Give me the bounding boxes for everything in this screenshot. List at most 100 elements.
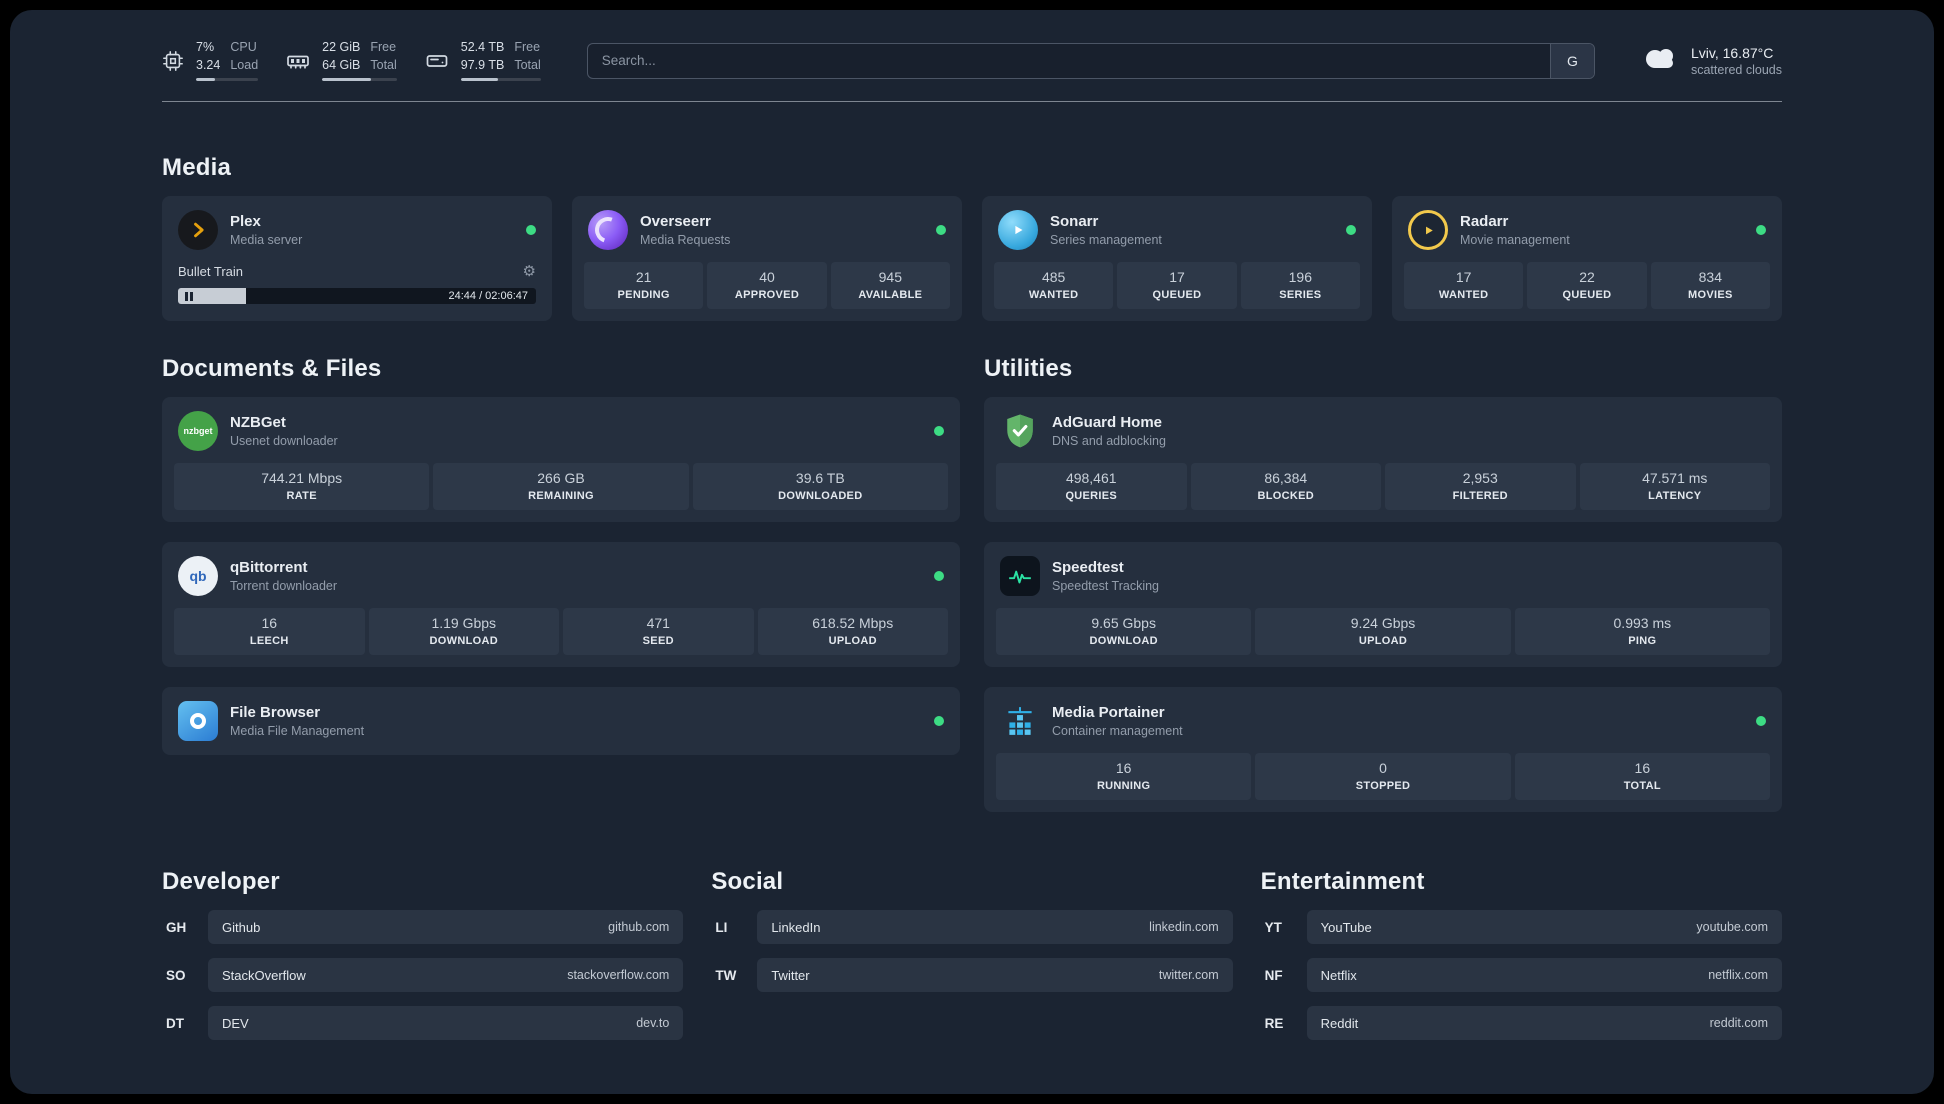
bookmark-domain: linkedin.com [1149,920,1219,935]
stat-label: QUEUED [1152,289,1202,302]
service-name: Sonarr [1050,213,1099,231]
status-dot [934,716,944,727]
section-title-media: Media [162,154,232,182]
bookmark-domain: dev.to [636,1016,670,1031]
service-card-qbittorrent[interactable]: qb qBittorrent Torrent downloader 16 LEE… [162,542,960,668]
now-playing-title: Bullet Train [178,263,244,279]
bookmark-domain: youtube.com [1696,920,1768,935]
service-name: Radarr [1460,213,1509,231]
service-subtitle: Series management [1050,233,1162,248]
stat-label: WANTED [1438,289,1489,302]
service-card-radarr[interactable]: Radarr Movie management 17 WANTED 22 QUE… [1392,196,1782,322]
bookmark-domain: netflix.com [1708,968,1768,983]
stat-total: 16 TOTAL [1514,753,1770,801]
bookmark-stackoverflow[interactable]: SO StackOverflow stackoverflow.com [162,958,684,993]
stat-value: 17 [1169,269,1185,286]
bookmark-domain: stackoverflow.com [567,968,670,983]
stat-label: LATENCY [1648,490,1702,503]
service-card-filebrowser[interactable]: File Browser Media File Management [162,687,960,756]
bookmark-linkedin[interactable]: LI LinkedIn linkedin.com [711,910,1233,945]
stat-label: WANTED [1028,289,1079,302]
service-card-speedtest[interactable]: Speedtest Speedtest Tracking 9.65 Gbps D… [984,542,1782,668]
stat-label: MOVIES [1688,289,1733,302]
bookmark-abbr: DT [166,1015,184,1031]
cpu-percent: 7% [196,40,215,54]
bookmark-netflix[interactable]: NF Netflix netflix.com [1261,958,1782,993]
adguard-icon [1000,411,1040,451]
portainer-icon [1000,701,1040,741]
cpu-label-1: CPU [230,40,257,54]
stat-value: 744.21 Mbps [261,470,343,487]
bookmark-reddit[interactable]: RE Reddit reddit.com [1261,1006,1782,1041]
stat-running: 16 RUNNING [996,753,1252,801]
bookmark-domain: github.com [608,920,670,935]
service-card-plex[interactable]: Plex Media server Bullet Train ⚙ 24:44 /… [162,196,552,322]
cpu-label-2: Load [230,57,259,72]
stat-label: UPLOAD [1358,635,1408,648]
service-subtitle: Container management [1052,724,1183,739]
bookmark-dev[interactable]: DT DEV dev.to [162,1006,684,1041]
service-subtitle: Speedtest Tracking [1052,579,1160,594]
disk-label-2: Total [514,57,541,72]
service-name: File Browser [230,704,321,722]
bookmark-group-entertainment: Entertainment YT YouTube youtube.com NF … [1261,868,1782,1054]
bookmark-github[interactable]: GH Github github.com [162,910,684,945]
playback-progressbar[interactable]: 24:44 / 02:06:47 [178,288,536,305]
section-title-social: Social [711,868,784,896]
stat-leech: 16 LEECH [174,608,365,656]
stat-value: 196 [1288,269,1312,286]
bookmark-name: YouTube [1320,919,1372,935]
stat-value: 2,953 [1462,470,1498,487]
stat-value: 471 [646,615,670,632]
topbar-divider [162,101,1782,103]
stat-label: PING [1628,635,1657,648]
stat-value: 16 [1634,760,1651,777]
bookmark-group-social: Social LI LinkedIn linkedin.com TW Twitt… [711,868,1233,1054]
sonarr-icon [998,210,1038,251]
service-name: AdGuard Home [1052,414,1163,432]
bookmark-abbr: NF [1264,967,1283,983]
stat-approved: 40 APPROVED [707,262,827,310]
stat-label: SEED [642,635,674,648]
stat-label: SERIES [1279,289,1322,302]
bookmark-twitter[interactable]: TW Twitter twitter.com [711,958,1233,993]
stat-label: APPROVED [734,289,800,302]
search-provider-button[interactable]: G [1549,43,1594,78]
stat-latency: 47.571 ms LATENCY [1579,463,1770,511]
plex-now-playing: Bullet Train ⚙ 24:44 / 02:06:47 [174,262,540,305]
service-subtitle: Media server [230,233,303,248]
service-card-overseerr[interactable]: Overseerr Media Requests 21 PENDING 40 A… [572,196,962,322]
stat-value: 1.19 Gbps [431,615,497,632]
cpu-widget: 7% 3.24 CPU Load [162,40,259,82]
bookmark-youtube[interactable]: YT YouTube youtube.com [1261,910,1782,945]
stat-label: RATE [286,490,317,503]
bookmark-domain: twitter.com [1158,968,1219,983]
stat-value: 22 [1579,269,1595,286]
disk-total: 97.9 TB [460,57,505,72]
service-card-sonarr[interactable]: Sonarr Series management 485 WANTED 17 Q… [982,196,1372,322]
weather-location: Lviv, 16.87°C [1690,44,1774,61]
service-card-nzbget[interactable]: nzbget NZBGet Usenet downloader 744.21 M… [162,397,960,523]
search-input[interactable] [587,43,1550,78]
section-title-utilities: Utilities [984,355,1073,383]
stat-ping: 0.993 ms PING [1514,608,1770,656]
status-dot [526,225,536,236]
playback-time: 24:44 / 02:06:47 [448,290,528,303]
pause-icon[interactable] [185,291,193,301]
memory-icon [286,49,310,73]
stat-value: 0 [1379,760,1387,777]
stat-value: 9.24 Gbps [1350,615,1416,632]
service-card-adguard[interactable]: AdGuard Home DNS and adblocking 498,461 … [984,397,1782,523]
service-subtitle: Movie management [1460,233,1570,248]
cloud-icon [1641,44,1681,77]
filebrowser-icon [178,701,218,742]
dashboard: 7% 3.24 CPU Load 22 GiB 64 GiB Free Tota… [10,10,1934,1094]
stat-label: DOWNLOAD [429,635,498,648]
bookmark-abbr: SO [166,967,186,983]
gear-icon[interactable]: ⚙ [523,262,536,280]
service-card-portainer[interactable]: Media Portainer Container management 16 … [984,687,1782,813]
bookmark-name: DEV [222,1015,249,1031]
cpu-progressbar [196,78,259,82]
overseerr-icon [588,210,628,251]
stat-value: 0.993 ms [1613,615,1672,632]
